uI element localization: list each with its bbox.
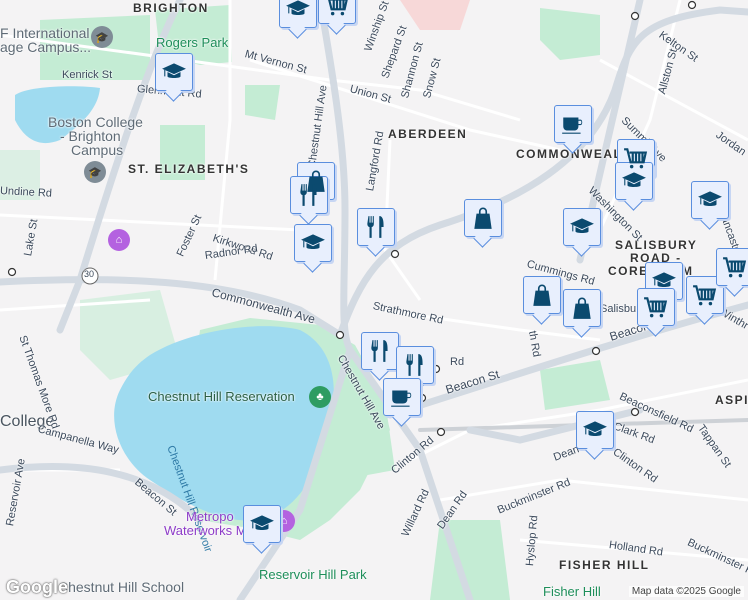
street-label: Rd: [450, 356, 465, 368]
street-label: Kenrick St: [62, 69, 113, 81]
graduation-cap-icon: [621, 168, 647, 194]
restaurant-icon: [402, 352, 428, 378]
place-label: Chestnut Hill School: [58, 579, 185, 595]
place-label: age Campus...: [0, 39, 92, 55]
shopping-bag-icon: [470, 205, 496, 231]
school-marker[interactable]: [691, 181, 729, 219]
shop-marker[interactable]: [563, 289, 601, 327]
shopping-cart-icon: [643, 294, 669, 320]
google-logo: Google: [6, 577, 68, 597]
restaurant-marker[interactable]: [357, 208, 395, 246]
graduation-cap-icon: [697, 187, 723, 213]
coffee-icon: [560, 111, 586, 137]
graduation-cap-icon: [651, 268, 677, 294]
museum-label: Metropo: [186, 509, 234, 524]
cafe-marker[interactable]: [383, 378, 421, 416]
neighborhood-label: BRIGHTON: [133, 1, 209, 15]
place-label: Campus: [71, 142, 124, 158]
shopping-cart-icon: [692, 282, 718, 308]
park-label: Reservoir Hill Park: [259, 567, 367, 582]
shop-marker[interactable]: [523, 276, 561, 314]
grocery-marker[interactable]: [318, 0, 356, 24]
neighborhood-label: SALISBURY: [615, 238, 698, 252]
graduation-cap-icon: [285, 0, 311, 22]
restaurant-marker[interactable]: [361, 332, 399, 370]
shopping-bag-icon: [529, 282, 555, 308]
neighborhood-label: ABERDEEN: [388, 127, 468, 141]
graduation-cap-icon: [161, 59, 187, 85]
park-icon: ♣: [309, 386, 331, 408]
route-shield-number: 30: [84, 269, 95, 279]
school-marker[interactable]: [243, 505, 281, 543]
coffee-icon: [389, 384, 415, 410]
park-label: Chestnut Hill Reservation: [148, 389, 295, 404]
neighborhood-label: ASPI: [715, 393, 748, 407]
neighborhood-label: ST. ELIZABETH'S: [128, 162, 250, 176]
shopping-cart-icon: [324, 0, 350, 18]
school-marker[interactable]: [563, 208, 601, 246]
graduation-cap-icon: [582, 417, 608, 443]
street-label: Salisbu: [600, 303, 637, 315]
cafe-marker[interactable]: [554, 105, 592, 143]
map-credit: Map data ©2025 Google: [628, 586, 744, 597]
school-icon: 🎓: [84, 161, 106, 183]
shopping-bag-icon: [569, 295, 595, 321]
school-marker[interactable]: [155, 53, 193, 91]
graduation-cap-icon: [569, 214, 595, 240]
school-marker[interactable]: [576, 411, 614, 449]
shop-marker[interactable]: [464, 199, 502, 237]
neighborhood-label: FISHER HILL: [559, 558, 650, 572]
restaurant-icon: [367, 338, 393, 364]
restaurant-icon: [363, 214, 389, 240]
school-marker[interactable]: [294, 224, 332, 262]
school-marker[interactable]: [279, 0, 317, 28]
park-label: Rogers Park: [156, 35, 229, 50]
graduation-cap-icon: [300, 230, 326, 256]
museum-icon: ⌂: [108, 229, 130, 251]
shopping-cart-icon: [722, 254, 748, 280]
grocery-marker[interactable]: [716, 248, 748, 286]
graduation-cap-icon: [249, 511, 275, 537]
park-label: Fisher Hill: [543, 584, 601, 599]
school-icon: 🎓: [91, 26, 113, 48]
restaurant-icon: [296, 182, 322, 208]
